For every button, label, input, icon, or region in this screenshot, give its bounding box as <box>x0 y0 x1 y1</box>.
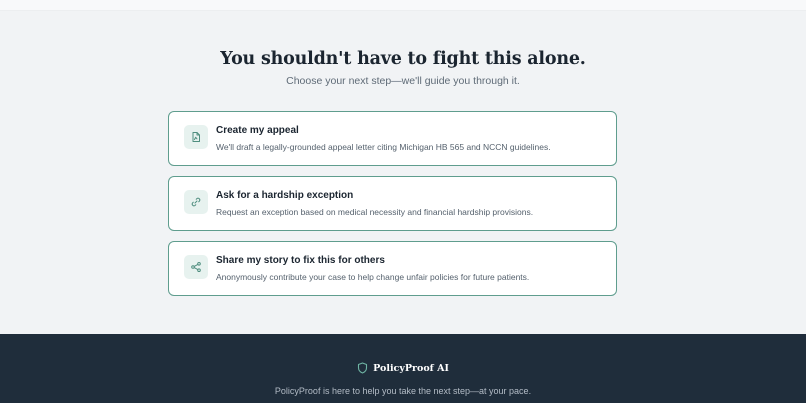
footer: PolicyProof AI PolicyProof is here to he… <box>0 334 806 403</box>
page-headline: You shouldn't have to fight this alone. <box>220 49 586 69</box>
main-section: You shouldn't have to fight this alone. … <box>0 11 806 334</box>
footer-brand: PolicyProof AI <box>0 362 806 374</box>
brand-name: PolicyProof AI <box>373 362 449 374</box>
share-story-card[interactable]: Share my story to fix this for others An… <box>168 241 617 296</box>
option-title: Create my appeal <box>216 125 299 136</box>
top-bar <box>0 0 806 11</box>
option-title: Ask for a hardship exception <box>216 190 354 201</box>
shield-icon <box>358 362 368 374</box>
option-description: We'll draft a legally-grounded appeal le… <box>216 142 551 152</box>
footer-tagline: PolicyProof is here to help you take the… <box>274 386 532 396</box>
link-icon <box>184 190 208 214</box>
hardship-exception-card[interactable]: Ask for a hardship exception Request an … <box>168 176 617 231</box>
option-description: Anonymously contribute your case to help… <box>216 272 530 282</box>
document-icon <box>184 125 208 149</box>
option-title: Share my story to fix this for others <box>216 255 385 266</box>
page-subheadline: Choose your next step—we'll guide you th… <box>286 75 520 87</box>
share-icon <box>184 255 208 279</box>
option-description: Request an exception based on medical ne… <box>216 207 534 217</box>
create-appeal-card[interactable]: Create my appeal We'll draft a legally-g… <box>168 111 617 166</box>
